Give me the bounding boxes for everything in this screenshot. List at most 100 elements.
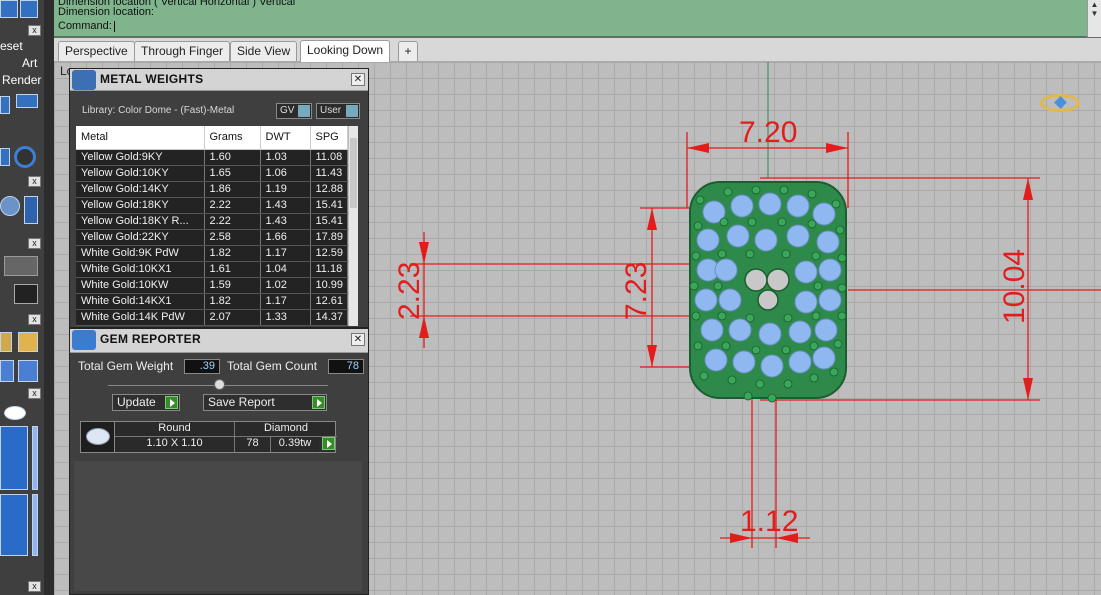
panel-title-bar[interactable]: METAL WEIGHTS ✕	[70, 69, 368, 91]
column-header-spg[interactable]: SPG	[310, 126, 348, 150]
scrollbar[interactable]	[32, 494, 38, 556]
spg-cell: 11.18	[310, 261, 348, 278]
close-icon[interactable]: x	[28, 314, 41, 325]
arrow-left-icon[interactable]	[0, 0, 18, 18]
grams-cell: 2.22	[204, 197, 261, 214]
eye-icon[interactable]	[4, 406, 26, 420]
grid-icon[interactable]	[14, 284, 38, 304]
table-row[interactable]: Yellow Gold:18KY 2.22 1.43 15.41	[76, 197, 348, 214]
tab-through-finger[interactable]: Through Finger	[134, 41, 231, 61]
sphere-icon[interactable]	[0, 196, 20, 216]
metal-cell: Yellow Gold:9KY	[76, 149, 205, 166]
render-label[interactable]: Render	[2, 73, 41, 87]
table-row[interactable]: Yellow Gold:18KY R... 2.22 1.43 15.41	[76, 213, 348, 230]
table-row[interactable]: White Gold:10KW 1.59 1.02 10.99	[76, 277, 348, 294]
table-row[interactable]: White Gold:10KX1 1.61 1.04 11.18	[76, 261, 348, 278]
total-gem-weight-value: .39	[184, 359, 220, 374]
gem-reporter-icon	[72, 330, 96, 350]
column-header-dwt[interactable]: DWT	[260, 126, 311, 150]
panel-title: GEM REPORTER	[100, 332, 201, 346]
close-icon[interactable]: x	[28, 176, 41, 187]
table-row[interactable]: White Gold:9K PdW 1.82 1.17 12.59	[76, 245, 348, 262]
layer-list-icon[interactable]	[0, 494, 28, 556]
command-scrollbar[interactable]: ▲ ▼	[1087, 0, 1101, 37]
table-row[interactable]: Yellow Gold:22KY 2.58 1.66 17.89	[76, 229, 348, 246]
metal-weights-panel: METAL WEIGHTS ✕ Library: Color Dome - (F…	[69, 68, 369, 328]
panel-title-bar[interactable]: GEM REPORTER ✕	[70, 329, 368, 353]
library-label: Library: Color Dome - (Fast)-Metal	[82, 105, 235, 116]
column-header-metal[interactable]: Metal	[76, 126, 205, 150]
metal-cell: Yellow Gold:18KY R...	[76, 213, 205, 230]
reset-label[interactable]: eset	[0, 39, 23, 53]
grams-cell: 1.60	[204, 149, 261, 166]
grams-cell: 2.07	[204, 309, 261, 326]
table-row[interactable]: Yellow Gold:9KY 1.60 1.03 11.08	[76, 149, 348, 166]
column-header-grams[interactable]: Grams	[204, 126, 261, 150]
gem-detail-button[interactable]	[319, 437, 335, 452]
close-icon[interactable]: ✕	[351, 333, 365, 346]
spg-cell: 11.43	[310, 165, 348, 182]
add-tab-button[interactable]: +	[398, 41, 418, 61]
dimension-bottom-width: 1.12	[740, 505, 799, 538]
gem-size-label: 1.10 X 1.10	[115, 437, 235, 452]
dwt-cell: 1.17	[260, 293, 311, 310]
spg-cell: 12.59	[310, 245, 348, 262]
tool-icon[interactable]	[0, 360, 14, 382]
grams-cell: 1.59	[204, 277, 261, 294]
scrollbar[interactable]	[32, 426, 38, 490]
tab-side-view[interactable]: Side View	[230, 41, 298, 61]
render-icon[interactable]	[0, 96, 10, 114]
tool-icon[interactable]	[18, 332, 38, 352]
play-icon	[165, 396, 178, 409]
panel-title: METAL WEIGHTS	[100, 72, 204, 86]
arrow-right-icon[interactable]	[20, 0, 38, 18]
tool-icon[interactable]	[0, 332, 12, 352]
grams-cell: 2.58	[204, 229, 261, 246]
tool-icon[interactable]	[18, 360, 38, 382]
user-toggle[interactable]: User	[316, 103, 360, 119]
table-row[interactable]: Yellow Gold:14KY 1.86 1.19 12.88	[76, 181, 348, 198]
dimension-top-width: 7.20	[739, 116, 798, 149]
tool-icon[interactable]	[0, 148, 10, 166]
close-icon[interactable]: ✕	[351, 73, 365, 86]
gem-row[interactable]: Round 1.10 X 1.10 Diamond 78 0.39tw	[80, 421, 337, 453]
save-report-button[interactable]: Save Report	[203, 394, 327, 411]
gem-shape	[86, 428, 110, 445]
dwt-cell: 1.03	[260, 149, 311, 166]
view-icon[interactable]	[16, 94, 38, 108]
gv-toggle[interactable]: GV	[276, 103, 312, 119]
size-slider-knob[interactable]	[214, 379, 225, 390]
slider-icon[interactable]	[24, 196, 38, 224]
update-button[interactable]: Update	[112, 394, 180, 411]
close-icon[interactable]: x	[28, 238, 41, 249]
grams-cell: 1.82	[204, 245, 261, 262]
layer-list-icon[interactable]	[0, 426, 28, 490]
viewport-tabs: Perspective Through Finger Side View Loo…	[54, 38, 1101, 62]
tab-looking-down[interactable]: Looking Down	[300, 40, 391, 62]
close-icon[interactable]: x	[28, 25, 41, 36]
metal-cell: White Gold:10KW	[76, 277, 205, 294]
panel-separator[interactable]	[44, 0, 54, 595]
table-row[interactable]: White Gold:14KX1 1.82 1.17 12.61	[76, 293, 348, 310]
table-scrollbar[interactable]	[348, 126, 358, 326]
looking-down-drawing	[410, 62, 1101, 548]
display-icon[interactable]	[4, 256, 38, 276]
close-icon[interactable]: x	[28, 388, 41, 399]
spg-cell: 12.88	[310, 181, 348, 198]
metal-cell: Yellow Gold:22KY	[76, 229, 205, 246]
scrollbar-thumb[interactable]	[350, 138, 357, 208]
tab-perspective[interactable]: Perspective	[58, 41, 135, 61]
table-row[interactable]: Yellow Gold:10KY 1.65 1.06 11.43	[76, 165, 348, 182]
dwt-cell: 1.66	[260, 229, 311, 246]
art-label[interactable]: Art	[22, 56, 37, 70]
ring-icon[interactable]	[14, 146, 36, 168]
table-row[interactable]: White Gold:14K PdW 2.07 1.33 14.37	[76, 309, 348, 326]
command-prompt[interactable]: Command:	[58, 20, 115, 32]
close-icon[interactable]: x	[28, 581, 41, 592]
spg-cell: 11.08	[310, 149, 348, 166]
metal-cell: White Gold:9K PdW	[76, 245, 205, 262]
gem-reporter-panel: GEM REPORTER ✕ Total Gem Weight .39 Tota…	[69, 328, 369, 595]
save-report-button-label: Save Report	[208, 395, 275, 409]
spg-cell: 17.89	[310, 229, 348, 246]
total-gem-count-label: Total Gem Count	[227, 359, 318, 373]
